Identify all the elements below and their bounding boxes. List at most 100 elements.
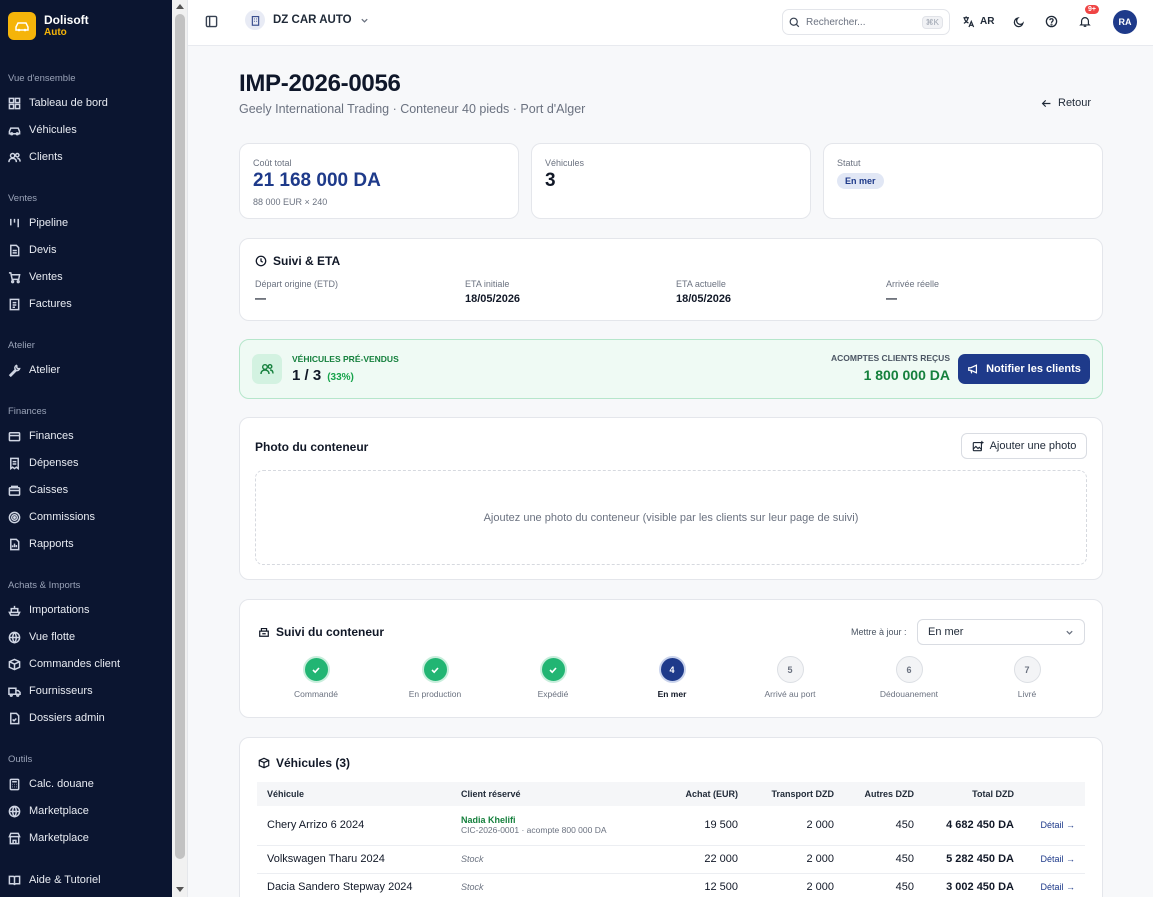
sidebar-item-sales[interactable]: Ventes: [8, 268, 63, 286]
vehicles-card: Véhicules (3) Véhicule Client réservé Ac…: [239, 737, 1103, 897]
chevron-down-icon: [1066, 630, 1073, 635]
sidebar-item-customs-calc[interactable]: Calc. douane: [8, 775, 94, 793]
sidebar-item-pipeline[interactable]: Pipeline: [8, 214, 68, 232]
sidebar-item-workshop[interactable]: Atelier: [8, 361, 60, 379]
detail-link[interactable]: Détail →: [1040, 882, 1075, 892]
sidebar-item-label: Ventes: [29, 271, 63, 283]
status-select[interactable]: En mer: [917, 619, 1085, 645]
detail-link[interactable]: Détail →: [1040, 854, 1075, 864]
megaphone-icon: [968, 364, 978, 374]
document-icon: [10, 244, 20, 256]
sidebar-toggle-icon[interactable]: [205, 15, 218, 33]
col-transport: Transport DZD: [748, 782, 844, 806]
notifications-button[interactable]: [1079, 15, 1091, 33]
sidebar-item-marketplace-1[interactable]: Marketplace: [8, 802, 89, 820]
topbar: DZ CAR AUTO Rechercher... ⌘K AR 9+ RA: [188, 0, 1153, 46]
building-icon: [245, 10, 265, 30]
sidebar-item-dashboard[interactable]: Tableau de bord: [8, 94, 108, 112]
sidebar-scrollbar[interactable]: [172, 0, 188, 897]
back-button[interactable]: Retour: [1041, 97, 1091, 109]
company-switcher[interactable]: DZ CAR AUTO: [245, 10, 369, 30]
step-number: 5: [776, 656, 804, 683]
notify-clients-button[interactable]: Notifier les clients: [958, 354, 1090, 384]
dark-mode-toggle[interactable]: [1013, 15, 1025, 33]
sidebar-item-client-orders[interactable]: Commandes client: [8, 655, 120, 673]
sidebar-item-quotes[interactable]: Devis: [8, 241, 57, 259]
package-icon: [258, 757, 270, 769]
table-row[interactable]: Dacia Sandero Stepway 2024 Stock 12 500 …: [257, 873, 1085, 897]
eta-current-value: 18/05/2026: [676, 293, 732, 305]
sidebar-item-help[interactable]: Aide & Tutoriel: [8, 871, 101, 889]
other-value: 450: [844, 873, 924, 897]
step-label: Expédié: [537, 689, 569, 699]
col-vehicle: Véhicule: [257, 782, 451, 806]
other-value: 450: [844, 845, 924, 874]
sidebar-item-label: Fournisseurs: [29, 685, 93, 697]
table-row[interactable]: Chery Arrizo 6 2024 Nadia Khelifi CIC-20…: [257, 806, 1085, 846]
sidebar-item-suppliers[interactable]: Fournisseurs: [8, 682, 93, 700]
eta-current-label: ETA actuelle: [676, 279, 726, 289]
check-icon: [421, 656, 449, 683]
detail-link[interactable]: Détail →: [1040, 820, 1075, 830]
step-shipped: Expédié: [498, 656, 608, 699]
dashboard-icon: [8, 97, 21, 109]
sidebar-item-reports[interactable]: Rapports: [8, 535, 74, 553]
stock-label: Stock: [461, 854, 484, 864]
sidebar-item-label: Atelier: [29, 364, 61, 376]
sidebar-item-label: Marketplace: [29, 805, 89, 817]
scroll-thumb[interactable]: [175, 14, 185, 859]
sidebar-item-commissions[interactable]: Commissions: [8, 508, 95, 526]
col-client: Client réservé: [451, 782, 661, 806]
sidebar-item-invoices[interactable]: Factures: [8, 295, 72, 313]
cost-value: 21 168 000 DA: [253, 170, 381, 191]
sidebar-item-clients[interactable]: Clients: [8, 148, 63, 166]
col-action: [1024, 782, 1085, 806]
search-input[interactable]: Rechercher... ⌘K: [782, 9, 950, 35]
sidebar-item-label: Pipeline: [29, 217, 69, 229]
sidebar-item-finances[interactable]: Finances: [8, 427, 74, 445]
bell-icon: [1079, 17, 1091, 27]
presold-label: VÉHICULES PRÉ-VENDUS: [292, 354, 399, 364]
sidebar-item-label: Dépenses: [29, 457, 79, 469]
vehicles-title: Véhicules (3): [258, 756, 350, 770]
target-icon: [8, 511, 21, 523]
col-other: Autres DZD: [844, 782, 924, 806]
report-icon: [10, 538, 20, 550]
globe-icon: [8, 805, 21, 818]
eta-initial-label: ETA initiale: [465, 279, 510, 289]
sidebar: Dolisoft Auto Vue d'ensemble Tableau de …: [0, 0, 172, 897]
globe-icon: [8, 631, 21, 644]
status-label: Statut: [837, 158, 861, 168]
brand[interactable]: Dolisoft Auto: [0, 0, 172, 52]
store-icon: [8, 832, 21, 844]
sidebar-item-vehicles[interactable]: Véhicules: [8, 121, 77, 139]
moon-icon: [1013, 17, 1024, 28]
sidebar-item-label: Commandes client: [29, 658, 121, 670]
table-row[interactable]: Volkswagen Tharu 2024 Stock 22 000 2 000…: [257, 845, 1085, 874]
invoice-icon: [9, 298, 20, 310]
purchase-value: 12 500: [661, 873, 748, 897]
scroll-down-arrow-icon[interactable]: [176, 887, 184, 892]
car-logo-icon: [8, 12, 36, 40]
step-at-sea: 4 En mer: [617, 656, 727, 699]
sidebar-item-admin-files[interactable]: Dossiers admin: [8, 709, 105, 727]
nav-section-sales: Ventes: [8, 193, 38, 204]
language-switch[interactable]: AR: [962, 15, 994, 28]
user-avatar[interactable]: RA: [1113, 10, 1137, 34]
add-photo-button[interactable]: Ajouter une photo: [961, 433, 1087, 459]
help-button[interactable]: [1045, 15, 1058, 33]
sidebar-item-marketplace-2[interactable]: Marketplace: [8, 829, 89, 847]
scroll-up-arrow-icon[interactable]: [176, 4, 184, 9]
sidebar-item-fleet[interactable]: Vue flotte: [8, 628, 75, 646]
container-tracking-card: Suivi du conteneur Mettre à jour : En me…: [239, 599, 1103, 718]
sidebar-item-expenses[interactable]: Dépenses: [8, 454, 79, 472]
vehicles-count-card: Véhicules 3: [531, 143, 811, 219]
tracking-title: Suivi & ETA: [255, 254, 340, 268]
arrow-left-icon: [1041, 99, 1051, 107]
sidebar-item-label: Véhicules: [29, 124, 77, 136]
sidebar-item-imports[interactable]: Importations: [8, 601, 90, 619]
client-name[interactable]: Nadia Khelifi: [461, 815, 651, 825]
photo-dropzone[interactable]: Ajoutez une photo du conteneur (visible …: [255, 470, 1087, 565]
step-label: Livré: [1017, 689, 1037, 699]
sidebar-item-cashboxes[interactable]: Caisses: [8, 481, 68, 499]
